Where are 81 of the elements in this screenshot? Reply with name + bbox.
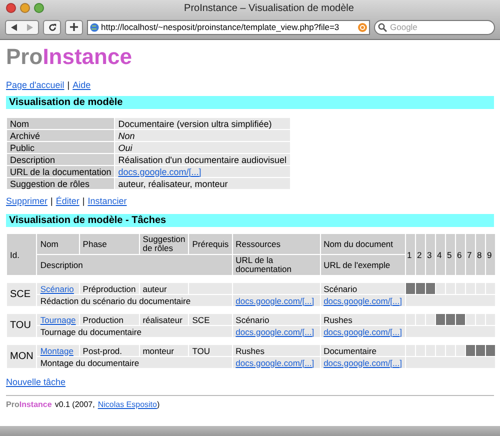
table-cell: Documentaire: [320, 345, 405, 356]
address-field[interactable]: http://localhost/~nesposit/proinstance/template_view.php?file=3: [87, 20, 370, 34]
reload-button[interactable]: [43, 20, 61, 34]
column-header: 8: [476, 234, 485, 275]
table-cell: réalisateur: [140, 314, 188, 325]
column-header: URL de l'exemple: [320, 255, 405, 275]
column-header: Ressources: [232, 234, 320, 254]
column-header: Prérequis: [189, 234, 232, 254]
detail-value: Non: [118, 130, 135, 140]
detail-label: Nom: [7, 118, 114, 129]
table-cell: Rédaction du scénario du documentaire: [37, 295, 232, 306]
minimize-window-button[interactable]: [20, 3, 30, 13]
column-header: 6: [456, 234, 465, 275]
new-task-link[interactable]: Nouvelle tâche: [6, 377, 66, 387]
table-cell: Tournage du documentaire: [37, 326, 232, 337]
table-cell: Rushes: [320, 314, 405, 325]
action-link[interactable]: Supprimer: [6, 196, 48, 206]
detail-label: URL de la documentation: [7, 166, 114, 177]
action-link[interactable]: Éditer: [56, 196, 80, 206]
table-cell: Montage du documentaire: [37, 357, 232, 368]
column-header: 9: [486, 234, 495, 275]
detail-value: Oui: [118, 142, 132, 152]
table-cell: monteur: [140, 345, 188, 356]
globe-icon: [90, 22, 99, 32]
nav-link[interactable]: Aide: [72, 80, 91, 90]
table-cell: Préproduction: [80, 283, 139, 294]
separator: |: [82, 196, 85, 206]
table-cell: MON: [7, 345, 36, 368]
column-header: 1: [406, 234, 415, 275]
zoom-window-button[interactable]: [34, 3, 44, 13]
detail-value: Documentaire (version ultra simplifiée): [118, 118, 272, 128]
column-header: 5: [446, 234, 455, 275]
detail-value: auteur, réalisateur, monteur: [118, 178, 228, 188]
nav-link[interactable]: Page d'accueil: [6, 80, 64, 90]
search-field[interactable]: Google: [374, 20, 495, 34]
column-header: 4: [436, 234, 445, 275]
close-window-button[interactable]: [6, 3, 16, 13]
action-link[interactable]: Instancier: [88, 196, 127, 206]
detail-value: Réalisation d'un documentaire audiovisuel: [118, 154, 287, 164]
section-header: Visualisation de modèle - Tâches: [6, 214, 494, 227]
column-header: Nom du document: [320, 234, 405, 254]
reload-icon: [48, 22, 56, 32]
column-header: 7: [466, 234, 475, 275]
logo: ProInstance: [6, 46, 133, 68]
column-header: Nom: [37, 234, 79, 254]
forward-arrow-icon: [27, 24, 33, 30]
detail-label: Archivé: [7, 130, 114, 141]
separator: |: [50, 196, 53, 206]
table-cell: SCE: [189, 314, 232, 325]
detail-label: Suggestion de rôles: [7, 178, 114, 189]
plus-icon: [70, 23, 78, 31]
detail-label: Description: [7, 154, 114, 165]
column-header: Phase: [80, 234, 139, 254]
column-header: URL de la documentation: [232, 255, 320, 275]
table-cell: Scénario: [232, 314, 320, 325]
footer-logo: ProInstance: [6, 400, 52, 410]
separator: |: [67, 80, 70, 90]
table-cell: Scénario: [320, 283, 405, 294]
column-header: 2: [416, 234, 425, 275]
back-arrow-icon: [11, 24, 17, 30]
window-title: ProInstance – Visualisation de modèle: [183, 2, 355, 16]
back-forward-button[interactable]: [5, 20, 39, 34]
column-header: 3: [426, 234, 435, 275]
detail-label: Public: [7, 142, 114, 153]
column-header: Id.: [7, 234, 36, 275]
table-cell: TOU: [189, 345, 232, 356]
footer-text: v0.1 (2007,: [54, 400, 95, 410]
rss-icon: [358, 22, 367, 32]
footer-text: ): [156, 400, 160, 410]
author-link[interactable]: Nicolas Esposito: [98, 400, 157, 410]
table-cell: auteur: [140, 283, 188, 294]
table-cell: Post-prod.: [80, 345, 139, 356]
column-header: Suggestion de rôles: [140, 234, 188, 254]
search-icon: [378, 22, 387, 32]
table-cell: Production: [80, 314, 139, 325]
table-cell: SCE: [7, 283, 36, 306]
add-bookmark-button[interactable]: [65, 20, 83, 34]
section-header: Visualisation de modèle: [6, 96, 494, 109]
table-cell: Rushes: [232, 345, 320, 356]
column-header: Description: [37, 255, 232, 275]
table-cell: TOU: [7, 314, 36, 337]
